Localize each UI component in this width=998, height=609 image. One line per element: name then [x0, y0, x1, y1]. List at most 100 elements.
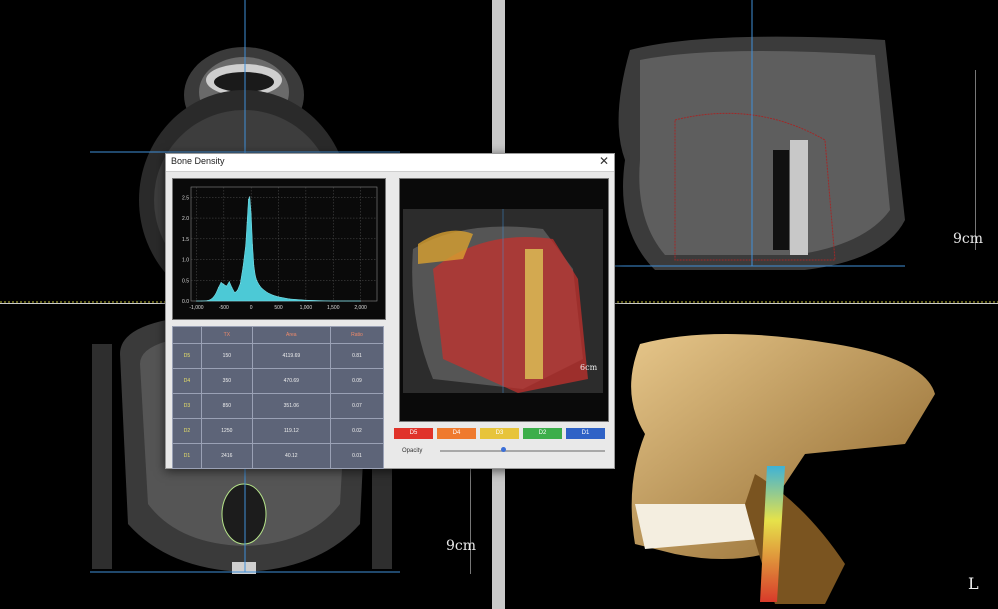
histogram-point	[212, 297, 214, 299]
plot-frame	[190, 186, 378, 302]
histogram-point	[289, 298, 290, 300]
opacity-label: Opacity	[402, 448, 423, 454]
y-tick-label: 1.0	[182, 258, 189, 264]
row-label: D2	[172, 418, 202, 444]
histogram-point	[209, 299, 211, 301]
x-tick-label: 0	[250, 305, 253, 311]
row-tx: 2416	[201, 443, 253, 469]
histogram-chart: 0.0 0.5 1.0 1.5 2.0 2.5 -1,000 -500 0 500 1,000 1,5…	[182, 186, 378, 311]
histogram-point	[196, 300, 197, 302]
bone-density-dialog: Bone Density ✕ 0.0 0.5 1.0 1.5 2.0 2.5 -1,000 -…	[165, 153, 615, 469]
histogram-point	[278, 296, 279, 298]
y-tick-label: 1.5	[182, 237, 189, 243]
close-icon[interactable]: ✕	[599, 154, 609, 168]
row-label: D4	[172, 368, 202, 394]
histogram-point	[261, 288, 263, 289]
table-row: D4 350 470.69 0.09	[172, 368, 385, 394]
row-ratio: 0.81	[329, 343, 385, 369]
row-ratio: 0.01	[329, 443, 385, 469]
opacity-slider-thumb[interactable]	[500, 447, 506, 452]
histogram-point	[259, 284, 260, 286]
histogram-point	[218, 287, 219, 289]
histogram-point	[237, 289, 238, 291]
histogram-point	[267, 292, 268, 294]
sagittal-ruler	[975, 70, 984, 250]
row-area: 119.12	[251, 418, 331, 444]
density-histogram: 0.0 0.5 1.0 1.5 2.0 2.5 -1,000 -500 0 500 1,000 1,5…	[172, 178, 386, 320]
x-tick-label: 1,000	[300, 305, 313, 311]
table-header-empty	[172, 326, 202, 344]
legend-d4[interactable]: D4	[437, 428, 476, 439]
coronal-scale-label: 9cm	[446, 538, 477, 554]
histogram-point	[246, 221, 248, 223]
row-ratio: 0.09	[329, 368, 385, 394]
y-tick-label: 0.0	[182, 299, 189, 305]
histogram-point	[220, 281, 222, 283]
row-area: 470.69	[251, 368, 331, 394]
opacity-slider-track[interactable]	[440, 450, 605, 452]
density-legend: D5 D4 D3 D2 D1	[394, 428, 605, 439]
histogram-point	[253, 265, 255, 267]
table-row: D2 1250 119.12 0.02	[172, 418, 385, 444]
table-header-tx: TX	[201, 326, 253, 344]
histogram-point	[254, 274, 256, 276]
histogram-point	[215, 293, 216, 295]
y-tick-label: 2.0	[182, 216, 189, 222]
legend-d5[interactable]: D5	[394, 428, 433, 439]
histogram-point	[252, 244, 253, 246]
row-tx: 850	[201, 393, 253, 419]
histogram-point	[231, 287, 233, 289]
table-row: D3 850 351.06 0.07	[172, 393, 385, 419]
table-row: D5 150 4119.69 0.81	[172, 343, 385, 369]
table-header-area: Area	[251, 326, 331, 344]
histogram-point	[234, 292, 236, 294]
dialog-title: Bone Density	[171, 156, 225, 166]
histogram-point	[201, 300, 203, 302]
legend-d3[interactable]: D3	[480, 428, 519, 439]
row-tx: 1250	[201, 418, 253, 444]
table-header-ratio: Ratio	[329, 326, 385, 344]
y-tick-label: 2.5	[182, 195, 189, 201]
row-tx: 350	[201, 368, 253, 394]
x-tick-label: 500	[274, 305, 283, 311]
histogram-point	[249, 196, 251, 197]
histogram-point	[332, 300, 334, 302]
x-tick-label: -500	[219, 305, 229, 311]
table-header-row: TX Area Ratio	[172, 326, 385, 344]
row-ratio: 0.07	[329, 393, 385, 419]
histogram-point	[242, 266, 244, 268]
histogram-point	[245, 244, 247, 246]
histogram-point	[223, 284, 225, 285]
legend-d2[interactable]: D2	[523, 428, 562, 439]
row-label: D1	[172, 443, 202, 469]
row-area: 351.06	[251, 393, 331, 419]
density-preview[interactable]: 6cm	[399, 178, 609, 422]
histogram-point	[226, 285, 227, 287]
preview-scale-label: 6cm	[580, 363, 598, 372]
table-row: D1 2416 40.12 0.01	[172, 443, 385, 469]
dialog-titlebar[interactable]: Bone Density ✕	[166, 154, 614, 172]
histogram-point	[305, 299, 307, 301]
row-area: 4119.69	[251, 343, 331, 369]
histogram-point	[239, 283, 241, 284]
orientation-marker: L	[968, 574, 979, 593]
row-label: D5	[172, 343, 202, 369]
sagittal-scale-label: 9cm	[953, 231, 984, 247]
histogram-point	[228, 281, 230, 282]
histogram-point	[256, 279, 257, 281]
histogram-point	[360, 300, 361, 302]
histogram-point	[207, 300, 208, 301]
legend-d1[interactable]: D1	[566, 428, 605, 439]
y-tick-label: 0.5	[182, 278, 189, 284]
histogram-point	[248, 199, 249, 200]
histogram-point	[272, 294, 274, 296]
x-tick-label: -1,000	[189, 305, 203, 311]
density-table: TX Area Ratio D5 150 4119.69 0.81 D4 350…	[172, 326, 385, 469]
x-tick-label: 2,000	[354, 305, 367, 311]
histogram-point	[250, 213, 252, 215]
row-area: 40.12	[251, 443, 331, 469]
x-tick-label: 1,500	[327, 305, 340, 311]
density-preview-image	[403, 209, 603, 393]
row-label: D3	[172, 393, 202, 419]
row-tx: 150	[201, 343, 253, 369]
